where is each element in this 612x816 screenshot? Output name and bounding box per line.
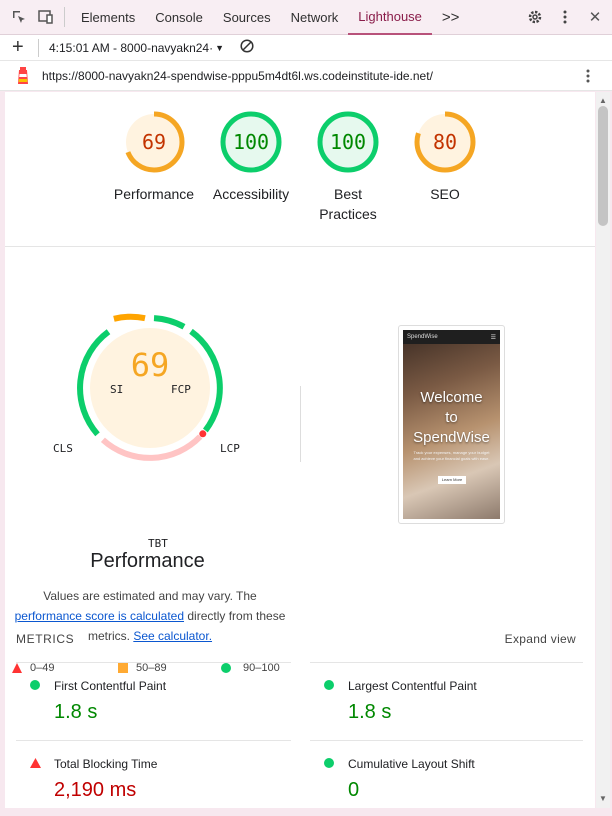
pass-circle-icon xyxy=(324,680,334,690)
gauge-label: Accessibility xyxy=(212,186,290,202)
close-icon[interactable]: ✕ xyxy=(586,8,604,26)
screenshot-subtext: Track your expenses, manage your budget … xyxy=(413,450,490,461)
segment-label-fcp: FCP xyxy=(171,383,191,396)
report-url[interactable]: https://8000-navyakn24-spendwise-pppu5m4… xyxy=(42,69,433,83)
chevron-down-icon: ▼ xyxy=(215,42,225,53)
performance-score-link[interactable]: performance score is calculated xyxy=(15,609,184,623)
metric-cls: Cumulative Layout Shift 0 xyxy=(310,740,583,808)
gauge-score: 100 xyxy=(232,130,270,154)
clear-reports-icon[interactable] xyxy=(240,39,254,56)
more-options-icon[interactable] xyxy=(556,8,574,26)
screenshot-heading: Welcome to SpendWise xyxy=(413,389,490,446)
device-toolbar-icon[interactable] xyxy=(36,8,54,26)
metric-value: 0 xyxy=(348,779,360,801)
note-text: Values are estimated and may vary. The xyxy=(43,589,257,603)
vertical-divider xyxy=(300,386,301,462)
gauge-best-practices[interactable]: 100 Best Practices xyxy=(298,110,398,224)
metric-name: Largest Contentful Paint xyxy=(348,679,477,693)
segment-label-si: SI xyxy=(110,383,124,396)
metrics-title: METRICS xyxy=(16,632,75,646)
segment-label-tbt: TBT xyxy=(148,537,168,550)
screenshot-learn-more: Learn More xyxy=(438,476,466,484)
report-select[interactable]: 4:15:01 AM - 8000-navyakn24· ▼ xyxy=(49,41,224,55)
gauge-performance[interactable]: 69 Performance xyxy=(104,110,204,204)
screenshot-brand: SpendWise xyxy=(407,334,438,340)
performance-gauge: 69 xyxy=(50,288,250,488)
report-select-label: 4:15:01 AM - 8000-navyakn24· xyxy=(49,40,214,55)
gauge-score: 80 xyxy=(432,130,458,154)
metric-name: Total Blocking Time xyxy=(54,757,158,771)
gauge-score: 69 xyxy=(141,130,167,154)
metric-value: 1.8 s xyxy=(348,701,392,723)
segment-si xyxy=(113,313,146,322)
scroll-up-arrow-icon[interactable]: ▲ xyxy=(599,96,607,105)
lighthouse-logo-icon xyxy=(16,66,30,85)
tab-console[interactable]: Console xyxy=(145,0,213,35)
metric-name: Cumulative Layout Shift xyxy=(348,757,475,771)
expand-view-button[interactable]: Expand view xyxy=(505,632,576,646)
screenshot-navbar: SpendWise ☰ xyxy=(403,330,500,344)
gauge-accessibility[interactable]: 100 Accessibility xyxy=(201,110,301,204)
new-report-button[interactable]: + xyxy=(12,36,28,59)
lighthouse-toolbar: + 4:15:01 AM - 8000-navyakn24· ▼ xyxy=(0,35,612,61)
settings-gear-icon[interactable] xyxy=(526,8,544,26)
gauge-seo[interactable]: 80 SEO xyxy=(395,110,495,204)
metrics-header: METRICS Expand view xyxy=(16,632,576,646)
segment-label-cls: CLS xyxy=(53,442,73,455)
screenshot-image: SpendWise ☰ Welcome to SpendWise Track y… xyxy=(403,330,500,519)
metric-tbt: Total Blocking Time 2,190 ms xyxy=(16,740,291,808)
tab-sources[interactable]: Sources xyxy=(213,0,281,35)
performance-score: 69 xyxy=(130,346,170,384)
tbt-marker xyxy=(199,430,207,438)
metric-value: 1.8 s xyxy=(54,701,98,723)
pass-circle-icon xyxy=(30,680,40,690)
tab-network[interactable]: Network xyxy=(281,0,349,35)
gauge-label: Performance xyxy=(113,186,195,202)
final-screenshot[interactable]: SpendWise ☰ Welcome to SpendWise Track y… xyxy=(398,325,505,524)
url-more-options-icon[interactable] xyxy=(586,69,590,86)
report-scrollbar[interactable]: ▲ ▼ xyxy=(596,92,610,808)
metric-fcp: First Contentful Paint 1.8 s xyxy=(16,662,291,740)
note-text-2: directly from these xyxy=(187,609,286,623)
score-gauges: 69 Performance 100 Accessibility 100 Bes… xyxy=(5,92,595,247)
metric-lcp: Largest Contentful Paint 1.8 s xyxy=(310,662,583,740)
gauge-label: Best Practices xyxy=(319,186,377,222)
report-url-bar: https://8000-navyakn24-spendwise-pppu5m4… xyxy=(0,61,612,91)
gauge-score: 100 xyxy=(329,130,367,154)
scrollbar-thumb[interactable] xyxy=(598,106,608,226)
lighthouse-report: 69 Performance 100 Accessibility 100 Bes… xyxy=(5,92,595,808)
pass-circle-icon xyxy=(324,758,334,768)
tab-elements[interactable]: Elements xyxy=(71,0,145,35)
scroll-down-arrow-icon[interactable]: ▼ xyxy=(599,794,607,803)
fail-triangle-icon xyxy=(30,758,41,768)
segment-fcp xyxy=(153,315,186,330)
metric-name: First Contentful Paint xyxy=(54,679,167,693)
segment-label-lcp: LCP xyxy=(220,442,240,455)
hamburger-icon: ☰ xyxy=(490,334,496,341)
tab-lighthouse[interactable]: Lighthouse xyxy=(348,0,432,35)
devtools-tab-bar: Elements Console Sources Network Lightho… xyxy=(0,0,612,35)
metric-value: 2,190 ms xyxy=(54,779,137,801)
performance-gauge-ring xyxy=(77,313,223,461)
performance-title: Performance xyxy=(90,550,205,572)
inspect-element-icon[interactable] xyxy=(10,8,28,26)
more-tabs-button[interactable]: >> xyxy=(432,0,470,35)
gauge-label: SEO xyxy=(430,186,460,202)
